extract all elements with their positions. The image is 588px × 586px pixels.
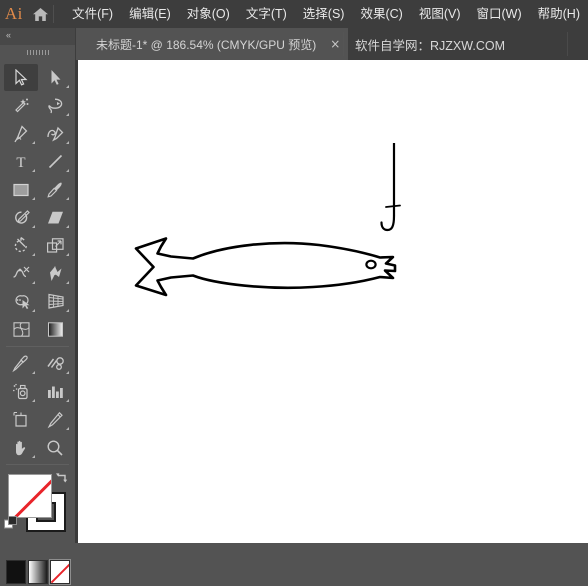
tool-expand-icon [32,169,35,172]
tool-expand-icon [66,253,69,256]
none-slash-icon [10,475,51,517]
toolbar-drag-handle[interactable] [0,45,75,60]
home-button[interactable] [28,0,53,28]
app-logo: Ai [0,0,28,28]
tab-separator-right [567,32,568,56]
color-mode-buttons [6,559,71,586]
fish-and-hook-artwork [134,143,401,297]
scale-tool[interactable] [38,232,72,259]
hand-tool[interactable] [4,434,38,461]
tool-expand-icon [66,85,69,88]
toolbar-separator [6,464,69,465]
magic-wand-tool[interactable] [4,92,38,119]
artboard-tool[interactable] [4,406,38,433]
grip-dots-icon [27,50,49,55]
line-segment-tool[interactable] [38,148,72,175]
shaper-tool[interactable] [4,204,38,231]
tool-expand-icon [66,427,69,430]
illustrator-window: Ai 文件(F) 编辑(E) 对象(O) 文字(T) 选择(S) 效果(C) 视… [0,0,588,585]
site-watermark-title: 软件自学网：RJZXW.COM [355,38,505,53]
menu-file[interactable]: 文件(F) [64,4,121,25]
document-canvas[interactable] [75,60,588,543]
tool-expand-icon [32,197,35,200]
fill-swatch[interactable] [8,474,52,518]
zoom-tool[interactable] [38,434,72,461]
home-icon [32,7,49,22]
fishing-hook-path[interactable] [380,143,401,232]
color-button[interactable] [6,560,26,584]
selection-tool[interactable] [4,64,38,91]
blend-tool[interactable] [38,350,72,377]
symbol-sprayer-tool[interactable] [4,378,38,405]
svg-text:T: T [16,155,25,170]
tool-expand-icon [66,113,69,116]
width-tool[interactable] [4,260,38,287]
tool-expand-icon [66,371,69,374]
swap-fill-stroke-icon[interactable] [55,472,69,486]
menu-effect[interactable]: 效果(C) [352,4,410,25]
menu-item-list: 文件(F) 编辑(E) 对象(O) 文字(T) 选择(S) 效果(C) 视图(V… [64,4,588,25]
rectangle-tool[interactable] [4,176,38,203]
type-tool[interactable]: T [4,148,38,175]
gradient-button[interactable] [28,560,48,584]
perspective-grid-tool[interactable] [38,288,72,315]
free-transform-tool[interactable] [38,260,72,287]
tool-expand-icon [66,141,69,144]
default-fill-stroke-icon[interactable] [4,516,18,530]
close-icon[interactable]: × [330,38,340,50]
chevron-double-left-icon: « [6,30,11,40]
menu-select[interactable]: 选择(S) [295,4,353,25]
tool-expand-icon [32,225,35,228]
tool-expand-icon [66,281,69,284]
menu-edit[interactable]: 编辑(E) [121,4,179,25]
tool-expand-icon [66,197,69,200]
slice-tool[interactable] [38,406,72,433]
menu-window[interactable]: 窗口(W) [469,4,530,25]
tool-expand-icon [66,399,69,402]
tool-expand-icon [32,455,35,458]
menu-view[interactable]: 视图(V) [411,4,469,25]
lasso-tool[interactable] [38,92,72,119]
mesh-tool[interactable] [4,316,38,343]
canvas-left-border [75,60,78,543]
tool-expand-icon [32,371,35,374]
curvature-tool[interactable] [38,120,72,147]
document-tab-bar: « 未标题-1* @ 186.54% (CMYK/GPU 预览) × 软件自学网… [0,28,588,60]
tool-expand-icon [32,141,35,144]
none-slash-icon [51,561,69,583]
menu-divider [53,5,55,23]
shape-builder-tool[interactable] [4,288,38,315]
toolbar-separator [6,346,69,347]
menu-object[interactable]: 对象(O) [179,4,238,25]
tools-panel: T [0,60,75,585]
menu-type[interactable]: 文字(T) [238,4,295,25]
site-watermark-tab[interactable]: 软件自学网：RJZXW.COM [345,28,505,60]
pen-tool[interactable] [4,120,38,147]
app-logo-text: Ai [4,4,23,23]
document-tab-title: 未标题-1* @ 186.54% (CMYK/GPU 预览) [96,37,317,52]
tool-expand-icon [66,309,69,312]
tool-expand-icon [32,281,35,284]
tool-expand-icon [32,399,35,402]
paintbrush-tool[interactable] [38,176,72,203]
tool-expand-icon [66,225,69,228]
none-button[interactable] [49,559,71,585]
tool-expand-icon [32,309,35,312]
tool-expand-icon [32,253,35,256]
eraser-tool[interactable] [38,204,72,231]
menu-help[interactable]: 帮助(H) [530,4,588,25]
gradient-tool[interactable] [38,316,72,343]
fish-body-path[interactable] [134,237,397,297]
column-graph-tool[interactable] [38,378,72,405]
tool-expand-icon [66,169,69,172]
panel-collapse-button[interactable]: « [0,28,75,45]
menu-bar: Ai 文件(F) 编辑(E) 对象(O) 文字(T) 选择(S) 效果(C) 视… [0,0,588,28]
tab-separator [343,32,344,56]
direct-selection-tool[interactable] [38,64,72,91]
fish-eye-path[interactable] [365,259,377,270]
document-tab[interactable]: 未标题-1* @ 186.54% (CMYK/GPU 预览) × [76,28,349,60]
eyedropper-tool[interactable] [4,350,38,377]
rotate-tool[interactable] [4,232,38,259]
